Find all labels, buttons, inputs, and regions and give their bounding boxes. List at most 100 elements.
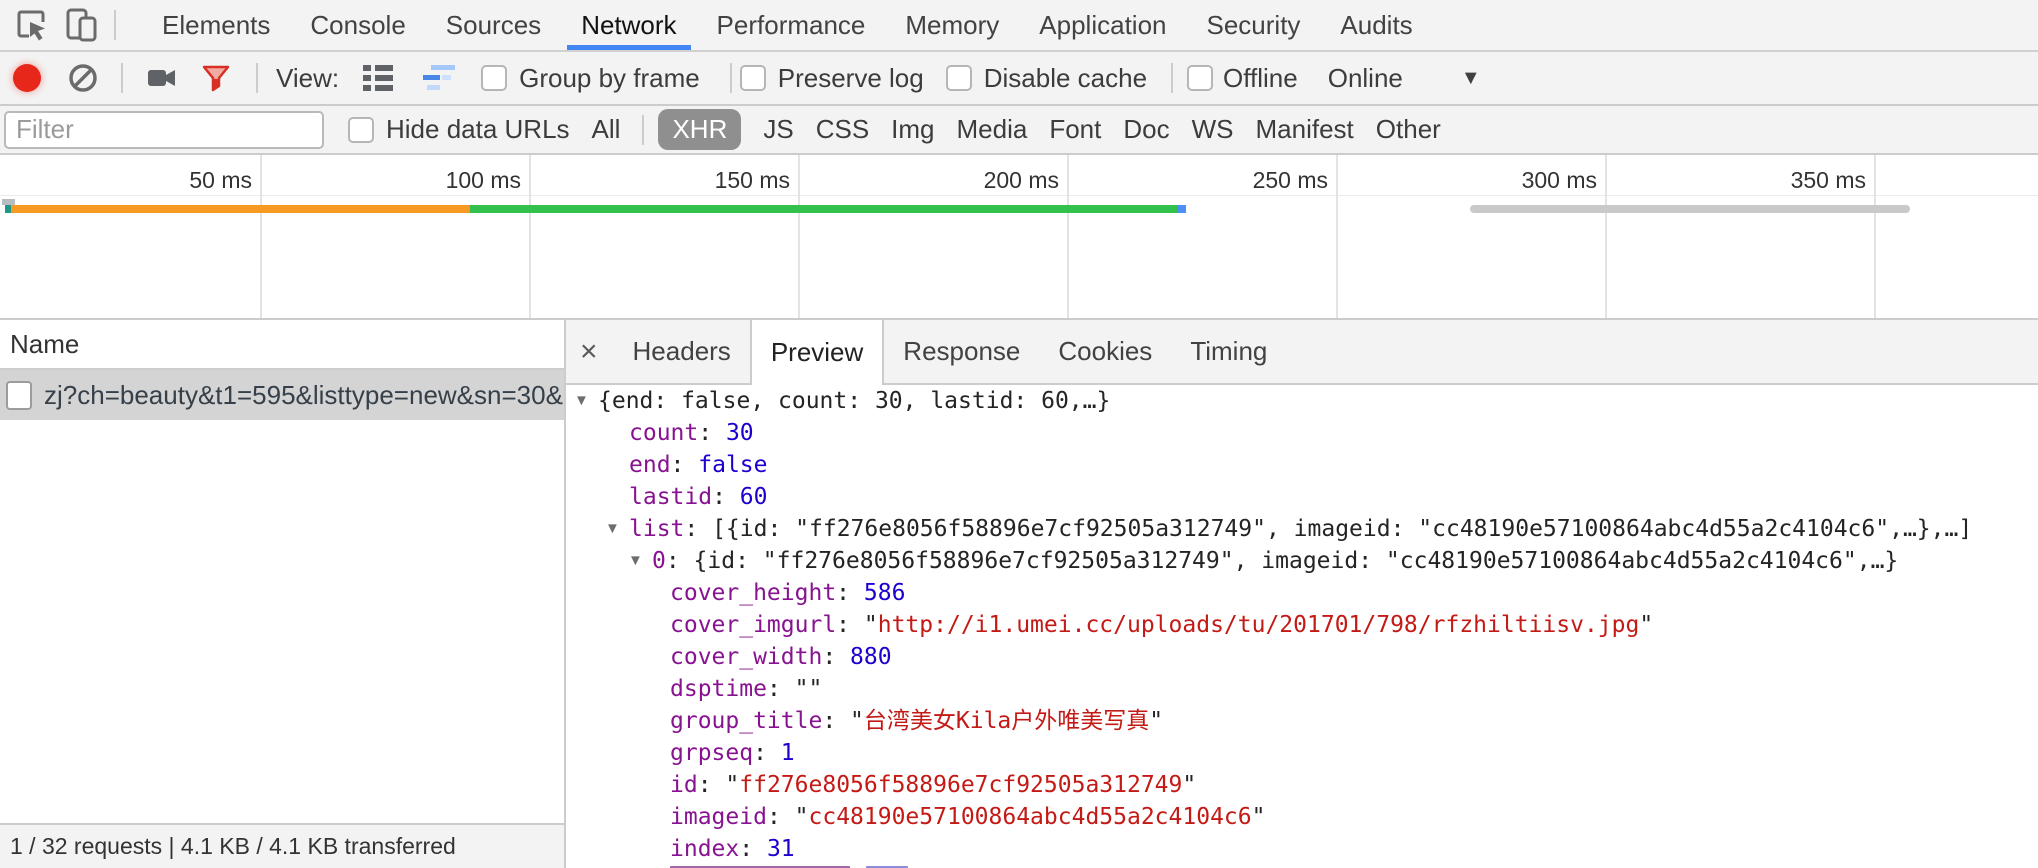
filter-type-xhr[interactable]: XHR xyxy=(658,109,741,150)
filter-type-media[interactable]: Media xyxy=(957,114,1028,145)
preview-row[interactable]: ▼0: {id: "ff276e8056f58896e7cf92505a3127… xyxy=(566,545,2038,577)
json-text: {end: false, count: 30, lastid: 60,…} xyxy=(598,385,1110,417)
tab-performance[interactable]: Performance xyxy=(697,0,886,50)
throttling-dropdown-arrow-icon[interactable]: ▼ xyxy=(1461,67,1481,90)
json-quote: " xyxy=(795,801,809,833)
list-view-icon[interactable] xyxy=(363,64,393,92)
inspect-element-icon[interactable] xyxy=(12,5,52,45)
json-number-value: 586 xyxy=(864,577,906,609)
filter-type-manifest[interactable]: Manifest xyxy=(1256,114,1354,145)
clear-icon[interactable] xyxy=(67,62,99,94)
detail-tab-headers[interactable]: Headers xyxy=(614,320,750,383)
tab-elements[interactable]: Elements xyxy=(142,0,290,50)
requests-status-bar: 1 / 32 requests | 4.1 KB / 4.1 KB transf… xyxy=(0,823,564,868)
filter-input[interactable] xyxy=(4,111,324,149)
timeline-tick-label: 100 ms xyxy=(351,167,521,194)
detail-tab-timing[interactable]: Timing xyxy=(1171,320,1286,383)
preview-row[interactable]: lastid: 60 xyxy=(566,481,2038,513)
json-quote: " xyxy=(1149,705,1163,737)
preview-row[interactable]: ▼{end: false, count: 30, lastid: 60,…} xyxy=(566,385,2038,417)
filter-type-all[interactable]: All xyxy=(592,114,621,145)
json-key: cover_width xyxy=(670,641,822,673)
request-detail-panel: × HeadersPreviewResponseCookiesTiming ▼{… xyxy=(566,320,2038,868)
tab-sources[interactable]: Sources xyxy=(426,0,561,50)
ruler-border xyxy=(0,195,2038,196)
timeline-gridline xyxy=(1874,155,1876,318)
throttling-select-value[interactable]: Online xyxy=(1328,63,1403,94)
preview-row[interactable]: imageid: "cc48190e57100864abc4d55a2c4104… xyxy=(566,801,2038,833)
timeline-gridline xyxy=(1336,155,1338,318)
request-checkbox[interactable] xyxy=(6,381,32,410)
preview-json-tree: ▼{end: false, count: 30, lastid: 60,…}co… xyxy=(566,385,2038,868)
preview-row[interactable]: index: 31 xyxy=(566,833,2038,865)
disclosure-triangle-icon[interactable]: ▼ xyxy=(605,513,629,545)
disclosure-triangle-icon[interactable]: ▼ xyxy=(574,385,598,417)
requests-empty-area xyxy=(0,420,564,823)
group-by-frame-label: Group by frame xyxy=(519,63,700,94)
detail-tab-preview[interactable]: Preview xyxy=(750,320,884,385)
filter-type-doc[interactable]: Doc xyxy=(1123,114,1169,145)
preserve-log-checkbox[interactable] xyxy=(740,65,766,91)
preview-row[interactable]: cover_height: 586 xyxy=(566,577,2038,609)
waterfall-view-icon[interactable] xyxy=(423,65,455,91)
offline-checkbox[interactable] xyxy=(1187,65,1213,91)
json-text: : xyxy=(698,769,726,801)
detail-tabbar: × HeadersPreviewResponseCookiesTiming xyxy=(566,320,2038,385)
json-string-value: ff276e8056f58896e7cf92505a312749 xyxy=(739,769,1182,801)
device-toolbar-icon[interactable] xyxy=(60,5,102,45)
request-row[interactable]: zj?ch=beauty&t1=595&listtype=new&sn=30&l… xyxy=(0,370,564,420)
preview-row[interactable]: dsptime: "" xyxy=(566,673,2038,705)
json-text: : [{id: "ff276e8056f58896e7cf92505a31274… xyxy=(684,513,1972,545)
json-number-value: 30 xyxy=(726,417,754,449)
tab-security[interactable]: Security xyxy=(1187,0,1321,50)
json-quote: "" xyxy=(795,673,823,705)
hide-data-urls-checkbox[interactable] xyxy=(348,117,374,143)
overview-bar-dcl-orange xyxy=(11,205,470,213)
json-text: : {id: "ff276e8056f58896e7cf92505a312749… xyxy=(666,545,1898,577)
preview-row[interactable]: group_title: "台湾美女Kila户外唯美写真" xyxy=(566,705,2038,737)
tab-memory[interactable]: Memory xyxy=(885,0,1019,50)
json-key: dsptime xyxy=(670,673,767,705)
preview-row[interactable]: count: 30 xyxy=(566,417,2038,449)
tab-audits[interactable]: Audits xyxy=(1320,0,1432,50)
record-button[interactable] xyxy=(13,64,41,92)
disable-cache-checkbox[interactable] xyxy=(946,65,972,91)
timeline-tick-label: 50 ms xyxy=(82,167,252,194)
timeline-gridline xyxy=(1605,155,1607,318)
preview-row[interactable]: cover_imgurl: "http://i1.umei.cc/uploads… xyxy=(566,609,2038,641)
json-key: index xyxy=(670,833,739,865)
preview-row[interactable]: ▼list: [{id: "ff276e8056f58896e7cf92505a… xyxy=(566,513,2038,545)
network-overview[interactable]: 50 ms100 ms150 ms200 ms250 ms300 ms350 m… xyxy=(0,155,2038,320)
filter-type-img[interactable]: Img xyxy=(891,114,934,145)
json-text: : xyxy=(753,737,781,769)
devtools-main-tabbar: ElementsConsoleSourcesNetworkPerformance… xyxy=(0,0,2038,52)
screenshot-camera-icon[interactable] xyxy=(146,63,178,93)
json-key: lastid xyxy=(629,481,712,513)
json-key: group_title xyxy=(670,705,822,737)
filter-type-ws[interactable]: WS xyxy=(1192,114,1234,145)
preview-row[interactable]: end: false xyxy=(566,449,2038,481)
tab-console[interactable]: Console xyxy=(290,0,425,50)
json-string-value: cc48190e57100864abc4d55a2c4104c6 xyxy=(809,801,1252,833)
json-text: : xyxy=(836,609,864,641)
filter-type-other[interactable]: Other xyxy=(1376,114,1441,145)
group-by-frame-checkbox[interactable] xyxy=(481,65,507,91)
filter-type-css[interactable]: CSS xyxy=(816,114,869,145)
close-icon[interactable]: × xyxy=(566,320,614,383)
timeline-gridline xyxy=(798,155,800,318)
json-key: list xyxy=(629,513,684,545)
tab-network[interactable]: Network xyxy=(561,0,696,50)
detail-tab-cookies[interactable]: Cookies xyxy=(1039,320,1171,383)
tab-application[interactable]: Application xyxy=(1019,0,1186,50)
view-label: View: xyxy=(276,63,339,94)
preview-row[interactable]: cover_width: 880 xyxy=(566,641,2038,673)
filter-type-js[interactable]: JS xyxy=(763,114,793,145)
preview-row[interactable]: grpseq: 1 xyxy=(566,737,2038,769)
disclosure-triangle-icon[interactable]: ▼ xyxy=(628,545,652,577)
preview-row[interactable]: id: "ff276e8056f58896e7cf92505a312749" xyxy=(566,769,2038,801)
json-text: : xyxy=(822,705,850,737)
name-column-header[interactable]: Name xyxy=(0,320,564,370)
filter-funnel-icon[interactable] xyxy=(200,62,232,94)
detail-tab-response[interactable]: Response xyxy=(884,320,1039,383)
filter-type-font[interactable]: Font xyxy=(1049,114,1101,145)
